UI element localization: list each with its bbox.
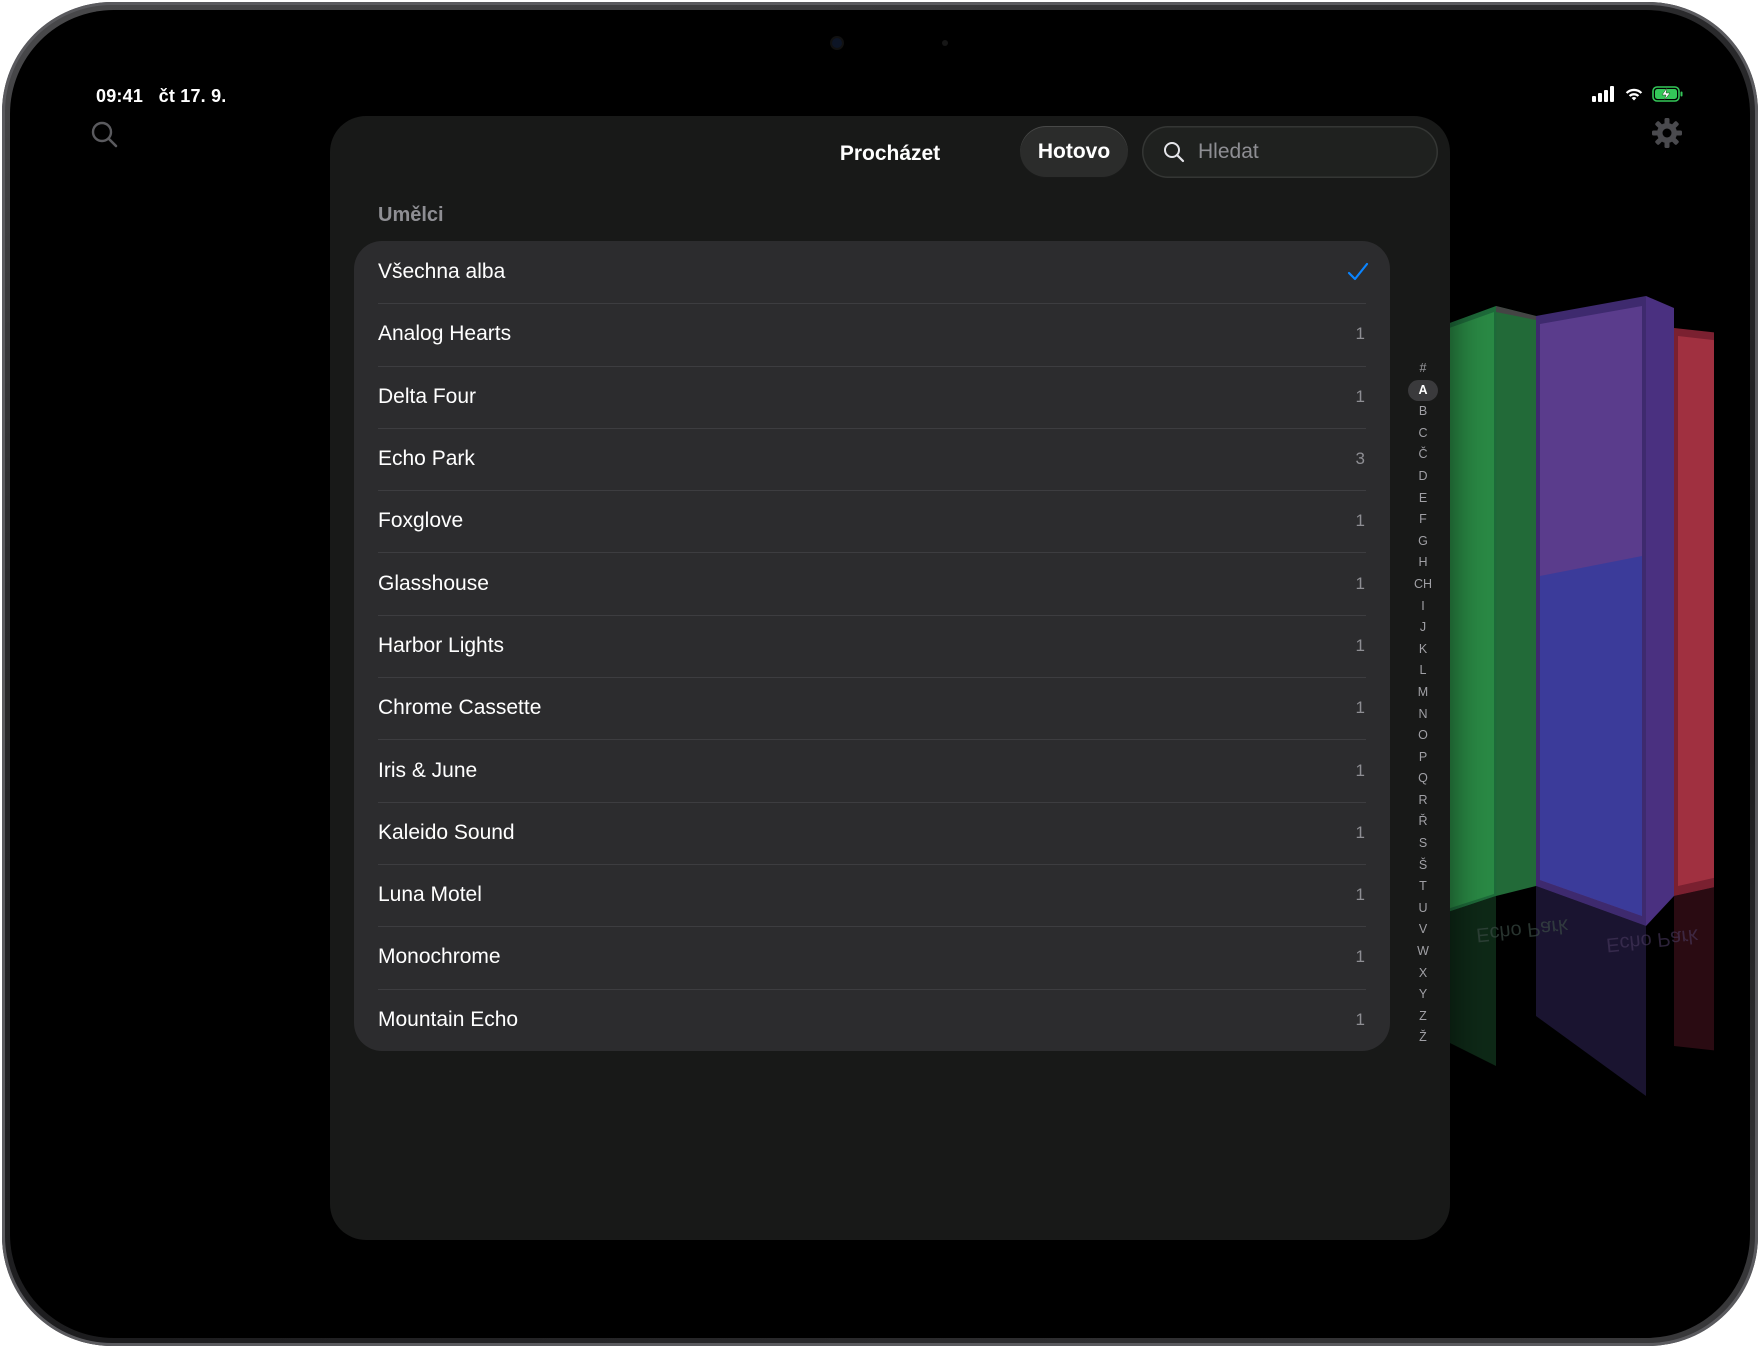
cellular-signal-icon [1592,86,1614,102]
index-letter[interactable]: Č [1408,444,1438,466]
index-letter[interactable]: G [1408,531,1438,553]
album-count: 1 [1355,573,1365,593]
row-label: Mountain Echo [378,1007,519,1031]
wifi-icon [1625,88,1643,101]
row-label: Echo Park [378,447,475,471]
index-letter[interactable]: V [1408,919,1438,941]
artist-row[interactable]: Echo Park 3 [354,427,1390,490]
album-count: 3 [1355,449,1365,469]
artist-row[interactable]: Analog Hearts 1 [354,303,1390,365]
row-label: Foxglove [378,509,464,533]
section-header-artists: Umělci [378,204,444,226]
artist-row[interactable]: Monochrome 1 [354,926,1390,988]
artist-row[interactable]: Kaleido Sound 1 [354,801,1390,864]
artist-row[interactable]: Harbor Lights 1 [354,614,1390,677]
index-letter[interactable]: Z [1408,1006,1438,1028]
album-count: 1 [1355,947,1365,967]
index-letter[interactable]: L [1408,660,1438,682]
bezel: 09:41 čt 17. 9. Echo Park Echo Park Proc… [10,10,1750,1338]
status-bar: 09:41 čt 17. 9. [96,76,1684,116]
alphabet-index[interactable]: # A B C Č D E F G H CH I J K L M N O P Q R Ř S Š T U V W X Y Z Ž [1406,358,1440,1049]
search-icon[interactable] [88,118,122,152]
index-letter[interactable]: U [1408,898,1438,920]
index-letter[interactable]: E [1408,488,1438,510]
status-time: 09:41 [96,86,144,106]
index-letter[interactable]: T [1408,876,1438,898]
album-count: 1 [1355,324,1365,344]
screen: 09:41 čt 17. 9. Echo Park Echo Park Proc… [66,66,1714,1302]
front-camera [832,38,842,48]
index-letter[interactable]: Ž [1408,1027,1438,1049]
search-field[interactable] [1142,126,1438,178]
artist-row[interactable]: Chrome Cassette 1 [354,677,1390,739]
index-letter[interactable]: C [1408,423,1438,445]
row-label: Monochrome [378,945,501,969]
index-letter[interactable]: M [1408,682,1438,704]
row-label: Chrome Cassette [378,696,542,720]
index-letter[interactable]: CH [1408,574,1438,596]
gear-icon[interactable] [1650,116,1684,150]
index-letter[interactable]: W [1408,941,1438,963]
front-sensor [942,40,948,46]
browse-sheet: Procházet Hotovo Umělci Všechna albaAnal… [330,116,1450,1240]
album-count: 1 [1355,1009,1365,1029]
artist-list: Všechna alba Analog Hearts 1 Delta Four 1 Ech… [354,241,1390,1051]
index-letter[interactable]: X [1408,963,1438,985]
checkmark-icon [1347,262,1369,281]
index-letter[interactable]: B [1408,401,1438,423]
index-letter[interactable]: O [1408,725,1438,747]
index-letter[interactable]: F [1408,509,1438,531]
row-label: Všechna alba [378,260,506,284]
album-count: 1 [1355,386,1365,406]
album-count: 1 [1355,885,1365,905]
album-count: 1 [1355,760,1365,780]
row-label: Luna Motel [378,883,482,907]
index-letter[interactable]: H [1408,552,1438,574]
index-letter[interactable]: Y [1408,984,1438,1006]
done-button[interactable]: Hotovo [1020,126,1128,178]
album-covers-art [1436,296,1714,1096]
row-label: Glasshouse [378,571,489,595]
status-time-date: 09:41 čt 17. 9. [96,86,227,107]
artist-row[interactable]: Foxglove 1 [354,490,1390,552]
index-letter[interactable]: I [1408,596,1438,618]
magnifier-icon [1164,142,1185,163]
index-letter[interactable]: D [1408,466,1438,488]
index-letter[interactable]: P [1408,747,1438,769]
row-label: Delta Four [378,384,477,408]
artist-row[interactable]: Luna Motel 1 [354,863,1390,926]
row-label: Harbor Lights [378,633,505,657]
index-letter[interactable]: N [1408,704,1438,726]
artist-row[interactable]: Delta Four 1 [354,365,1390,428]
album-count: 1 [1355,822,1365,842]
album-count: 1 [1355,698,1365,718]
row-label: Iris & June [378,758,478,782]
ipad-frame: 09:41 čt 17. 9. Echo Park Echo Park Proc… [2,2,1758,1346]
index-letter[interactable]: J [1408,617,1438,639]
row-label: Kaleido Sound [378,820,515,844]
row-label: Analog Hearts [378,322,512,346]
index-letter[interactable]: Š [1408,855,1438,877]
album-count: 1 [1355,635,1365,655]
artist-row[interactable]: Mountain Echo 1 [354,988,1390,1051]
battery-charging-icon [1652,86,1683,102]
status-icons [1592,86,1684,102]
artist-row[interactable]: Iris & June 1 [354,739,1390,801]
search-input[interactable] [1196,139,1420,165]
index-letter[interactable]: K [1408,639,1438,661]
index-letter[interactable]: S [1408,833,1438,855]
index-letter[interactable]: Q [1408,768,1438,790]
index-letter[interactable]: R [1408,790,1438,812]
index-letter[interactable]: A [1408,379,1438,402]
index-letter[interactable]: Ř [1408,811,1438,833]
status-date: čt 17. 9. [158,86,227,106]
artist-row[interactable]: Glasshouse 1 [354,552,1390,614]
album-count: 1 [1355,511,1365,531]
all-albums-row[interactable]: Všechna alba [354,241,1390,303]
album-coverflow[interactable]: Echo Park Echo Park [1436,276,1714,1176]
index-letter[interactable]: # [1408,358,1438,380]
